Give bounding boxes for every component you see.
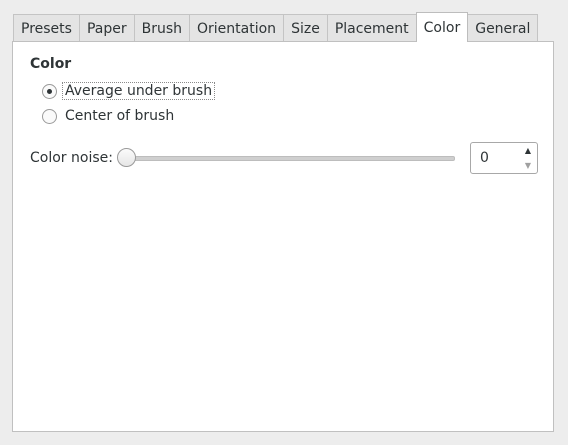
radio-button-unchecked[interactable] [42,108,57,124]
tab-presets[interactable]: Presets [13,14,80,42]
color-noise-label: Color noise: [30,150,113,166]
color-tab-panel: Color Average under brush Center of brus… [12,41,554,432]
triangle-down-icon[interactable]: ▼ [519,158,537,173]
spin-buttons: ▲ ▼ [519,143,537,173]
color-noise-input[interactable] [471,143,519,173]
radio-center-label: Center of brush [65,108,175,124]
color-noise-spinbutton: ▲ ▼ [470,142,538,174]
tab-paper[interactable]: Paper [78,14,135,42]
tab-size[interactable]: Size [283,14,328,42]
tab-brush[interactable]: Brush [133,14,191,42]
radio-button-checked[interactable] [42,83,57,99]
tab-orientation[interactable]: Orientation [189,14,285,42]
triangle-up-icon[interactable]: ▲ [519,143,537,158]
tab-placement[interactable]: Placement [326,14,417,42]
color-noise-slider-thumb[interactable] [117,148,136,167]
radio-average-under-brush[interactable]: Average under brush [42,79,216,103]
color-section-title: Color [30,56,72,72]
tab-color[interactable]: Color [415,12,469,42]
color-noise-slider-track[interactable] [118,156,455,161]
tab-bar: Presets Paper Brush Orientation Size Pla… [13,12,539,42]
tab-general[interactable]: General [467,14,539,42]
radio-center-of-brush[interactable]: Center of brush [42,104,177,128]
radio-average-label: Average under brush [62,82,216,100]
